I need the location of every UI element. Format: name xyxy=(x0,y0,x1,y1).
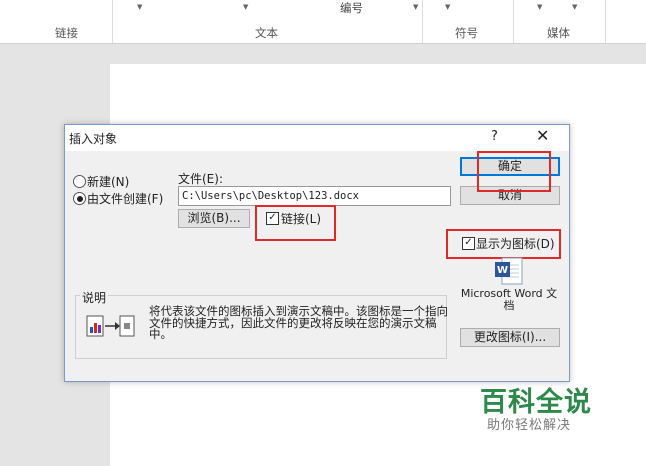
highlight-display-as-icon xyxy=(446,229,561,259)
dropdown-arrow-icon[interactable]: ▼ xyxy=(537,3,542,11)
radio-create-from-file[interactable] xyxy=(73,192,86,205)
ribbon-divider xyxy=(605,0,606,43)
browse-button[interactable]: 浏览(B)... xyxy=(178,209,250,228)
file-label: 文件(E): xyxy=(178,172,223,186)
ribbon: ▼ ▼ 编号 ▼ ▼ ▼ ▼ 链接 文本 符号 媒体 xyxy=(0,0,646,44)
ribbon-group-links: 链接 xyxy=(55,26,78,40)
watermark-subtitle: 助你轻松解决 xyxy=(487,418,572,433)
ribbon-divider xyxy=(112,0,113,43)
ribbon-group-symbols: 符号 xyxy=(455,26,478,40)
dropdown-arrow-icon[interactable]: ▼ xyxy=(413,3,418,11)
highlight-ok xyxy=(477,151,551,192)
change-icon-button[interactable]: 更改图标(I)... xyxy=(460,328,560,347)
help-button[interactable]: ? xyxy=(491,129,498,144)
ribbon-group-text: 文本 xyxy=(255,26,278,40)
radio-create-new[interactable] xyxy=(73,175,86,188)
ribbon-numbering-label[interactable]: 编号 xyxy=(340,0,363,16)
ribbon-divider xyxy=(422,0,423,43)
highlight-link xyxy=(255,205,336,241)
icon-caption: Microsoft Word 文档 xyxy=(460,287,558,312)
result-title: 说明 xyxy=(80,289,109,306)
dialog-title: 插入对象 xyxy=(69,132,118,146)
dropdown-arrow-icon[interactable]: ▼ xyxy=(445,3,450,11)
file-path-input[interactable]: C:\Users\pc\Desktop\123.docx xyxy=(178,186,451,206)
dropdown-arrow-icon[interactable]: ▼ xyxy=(243,3,248,11)
radio-create-new-label[interactable]: 新建(N) xyxy=(87,173,129,190)
ribbon-divider xyxy=(513,0,514,43)
dialog-titlebar[interactable]: 插入对象 ? ✕ xyxy=(65,125,569,151)
insert-object-dialog: 插入对象 ? ✕ 新建(N) 由文件创建(F) 文件(E): C:\Users\… xyxy=(64,124,570,382)
radio-create-from-file-label[interactable]: 由文件创建(F) xyxy=(87,190,163,207)
ribbon-group-media: 媒体 xyxy=(547,26,570,40)
word-document-icon: W xyxy=(495,257,523,285)
object-link-icon xyxy=(86,315,135,337)
close-icon[interactable]: ✕ xyxy=(536,127,549,145)
dropdown-arrow-icon[interactable]: ▼ xyxy=(137,3,142,11)
dropdown-arrow-icon[interactable]: ▼ xyxy=(572,3,577,11)
result-description: 将代表该文件的图标插入到演示文稿中。该图标是一个指向文件的快捷方式，因此文件的更… xyxy=(149,304,448,341)
svg-text:W: W xyxy=(497,265,508,276)
